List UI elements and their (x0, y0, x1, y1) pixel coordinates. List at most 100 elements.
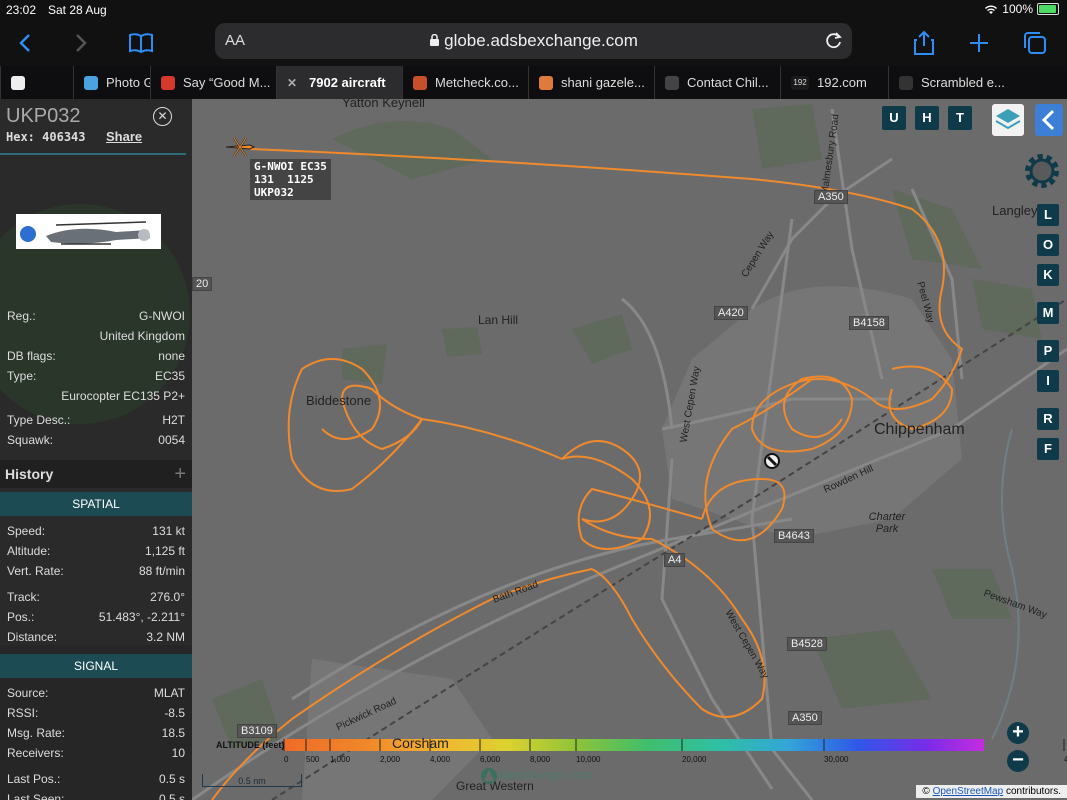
tab-3[interactable]: ✕ 7902 aircraft (276, 66, 402, 99)
book-icon (129, 33, 153, 54)
toggle-p-button[interactable]: P (1037, 340, 1059, 362)
spatial-row: Track: 276.0° (7, 590, 185, 606)
road-20: 20 (192, 277, 213, 291)
tab-label: Contact Chil... (687, 75, 769, 90)
chevron-right-icon (76, 34, 87, 52)
signal-key: Last Pos.: (7, 772, 61, 786)
tab-6[interactable]: Contact Chil... (654, 66, 780, 99)
status-time: 23:02 (6, 3, 37, 17)
gear-icon (1025, 154, 1059, 188)
tab-1[interactable]: Photo Ga (73, 66, 150, 99)
spatial-value: 131 kt (152, 524, 185, 538)
tab-5[interactable]: shani gazele... (528, 66, 654, 99)
details-row: Type Desc.: H2T (7, 413, 185, 429)
ios-status-bar: 23:02 Sat 28 Aug 100% (0, 0, 1067, 22)
toggle-k-button[interactable]: K (1037, 264, 1059, 286)
place-corsham: Corsham (392, 735, 449, 751)
share-icon (914, 30, 934, 55)
tabs-overview-button[interactable] (1020, 28, 1050, 58)
toggle-o-button[interactable]: O (1037, 234, 1059, 256)
signal-value: MLAT (153, 686, 185, 700)
url-value: globe.adsbexchange.com (444, 31, 638, 50)
toggle-m-button[interactable]: M (1037, 302, 1059, 324)
layers-icon (995, 109, 1021, 130)
place-biddestone: Biddestone (306, 393, 372, 408)
place-yatton: Yatton Keynell (342, 99, 425, 110)
signal-key: Last Seen: (7, 792, 65, 800)
details-row: DB flags: none (7, 349, 185, 365)
forward-button[interactable] (66, 28, 96, 58)
tab-0[interactable] (0, 66, 73, 99)
tab-favicon-icon (11, 75, 25, 90)
tab-2[interactable]: Say “Good M... (150, 66, 276, 99)
road-a4: A4 (664, 553, 686, 567)
history-expand-icon[interactable]: + (174, 463, 186, 486)
share-page-button[interactable] (909, 28, 939, 58)
tab-favicon-icon (413, 75, 427, 90)
signal-key: Source: (7, 686, 49, 700)
chevron-left-icon (19, 34, 30, 52)
history-section[interactable]: History + (0, 460, 192, 488)
receiver-marker (764, 453, 780, 469)
layers-button[interactable] (992, 104, 1024, 136)
toggle-h-button[interactable]: H (915, 106, 939, 130)
battery-percent: 100% (1002, 2, 1033, 16)
toggle-u-button[interactable]: U (882, 106, 906, 130)
spatial-key: Pos.: (7, 610, 35, 624)
map-attribution: © OpenStreetMap contributors. (916, 785, 1067, 798)
signal-value: 0.5 s (158, 772, 185, 786)
reload-icon[interactable] (824, 30, 844, 50)
details-value: 0054 (158, 433, 185, 447)
close-panel-button[interactable]: ✕ (153, 107, 172, 126)
details-key: Type: (7, 369, 37, 383)
attribution-suffix: contributors. (1003, 786, 1061, 797)
hex-value: 406343 (42, 130, 86, 144)
hex-row: Hex: 406343 (6, 130, 86, 144)
road-b4643: B4643 (774, 529, 814, 543)
tab-label: Scrambled e... (921, 75, 1005, 90)
altitude-tick-label: 4,000 (430, 755, 451, 764)
toggle-r-button[interactable]: R (1037, 408, 1059, 430)
map-view[interactable]: Yatton Keynell Lan Hill Biddestone Chipp… (192, 99, 1067, 800)
signal-row: Last Seen: 0.5 s (7, 792, 185, 800)
toggle-t-button[interactable]: T (948, 106, 972, 130)
spatial-row: Pos.: 51.483°, -2.211° (7, 610, 185, 626)
openstreetmap-link[interactable]: OpenStreetMap (933, 786, 1004, 797)
place-langley: Langley (992, 203, 1038, 218)
zoom-out-button[interactable]: − (1007, 750, 1029, 772)
tab-label: Metcheck.co... (435, 75, 519, 90)
toggle-l-button[interactable]: L (1037, 204, 1059, 226)
url-text: globe.adsbexchange.com (215, 31, 852, 51)
aircraft-photo[interactable] (16, 214, 161, 249)
zoom-in-button[interactable]: + (1007, 722, 1029, 744)
aircraft-label[interactable]: G-NWOI EC35 131 1125 UKP032 (250, 159, 331, 200)
details-value: none (158, 349, 185, 363)
toggle-i-button[interactable]: I (1037, 370, 1059, 392)
tab-close-icon[interactable]: ✕ (287, 76, 301, 90)
road-a350-north: A350 (814, 190, 848, 204)
new-tab-button[interactable] (964, 28, 994, 58)
place-lan-hill: Lan Hill (478, 313, 519, 327)
altitude-tick-label: 1,000 (330, 755, 351, 764)
lock-icon (430, 33, 440, 46)
bookmarks-button[interactable] (126, 28, 156, 58)
toggle-f-button[interactable]: F (1037, 438, 1059, 460)
road-b4528: B4528 (787, 637, 827, 651)
altitude-tick-label: 500 (306, 755, 320, 764)
status-date: Sat 28 Aug (48, 3, 107, 17)
aircraft-info-panel: UKP032 Hex: 406343 Share ✕ Reg.: G-NWOI Un… (0, 99, 192, 800)
altitude-tick-label: 2,000 (380, 755, 401, 764)
address-bar[interactable]: AA globe.adsbexchange.com (215, 23, 852, 59)
signal-row: Msg. Rate: 18.5 (7, 726, 185, 742)
tab-label: Say “Good M... (183, 75, 271, 90)
tab-7[interactable]: 192 192.com (780, 66, 888, 99)
tab-8[interactable]: Scrambled e... (888, 66, 1009, 99)
share-link[interactable]: Share (106, 129, 142, 144)
tab-4[interactable]: Metcheck.co... (402, 66, 528, 99)
altitude-tick-label: 10,000 (576, 755, 601, 764)
spatial-row: Altitude: 1,125 ft (7, 544, 185, 560)
back-button[interactable] (10, 28, 40, 58)
collapse-sidebar-button[interactable] (1035, 104, 1063, 136)
aircraft-label-line2: 131 1125 (254, 173, 314, 186)
tab-favicon-icon (665, 75, 679, 90)
